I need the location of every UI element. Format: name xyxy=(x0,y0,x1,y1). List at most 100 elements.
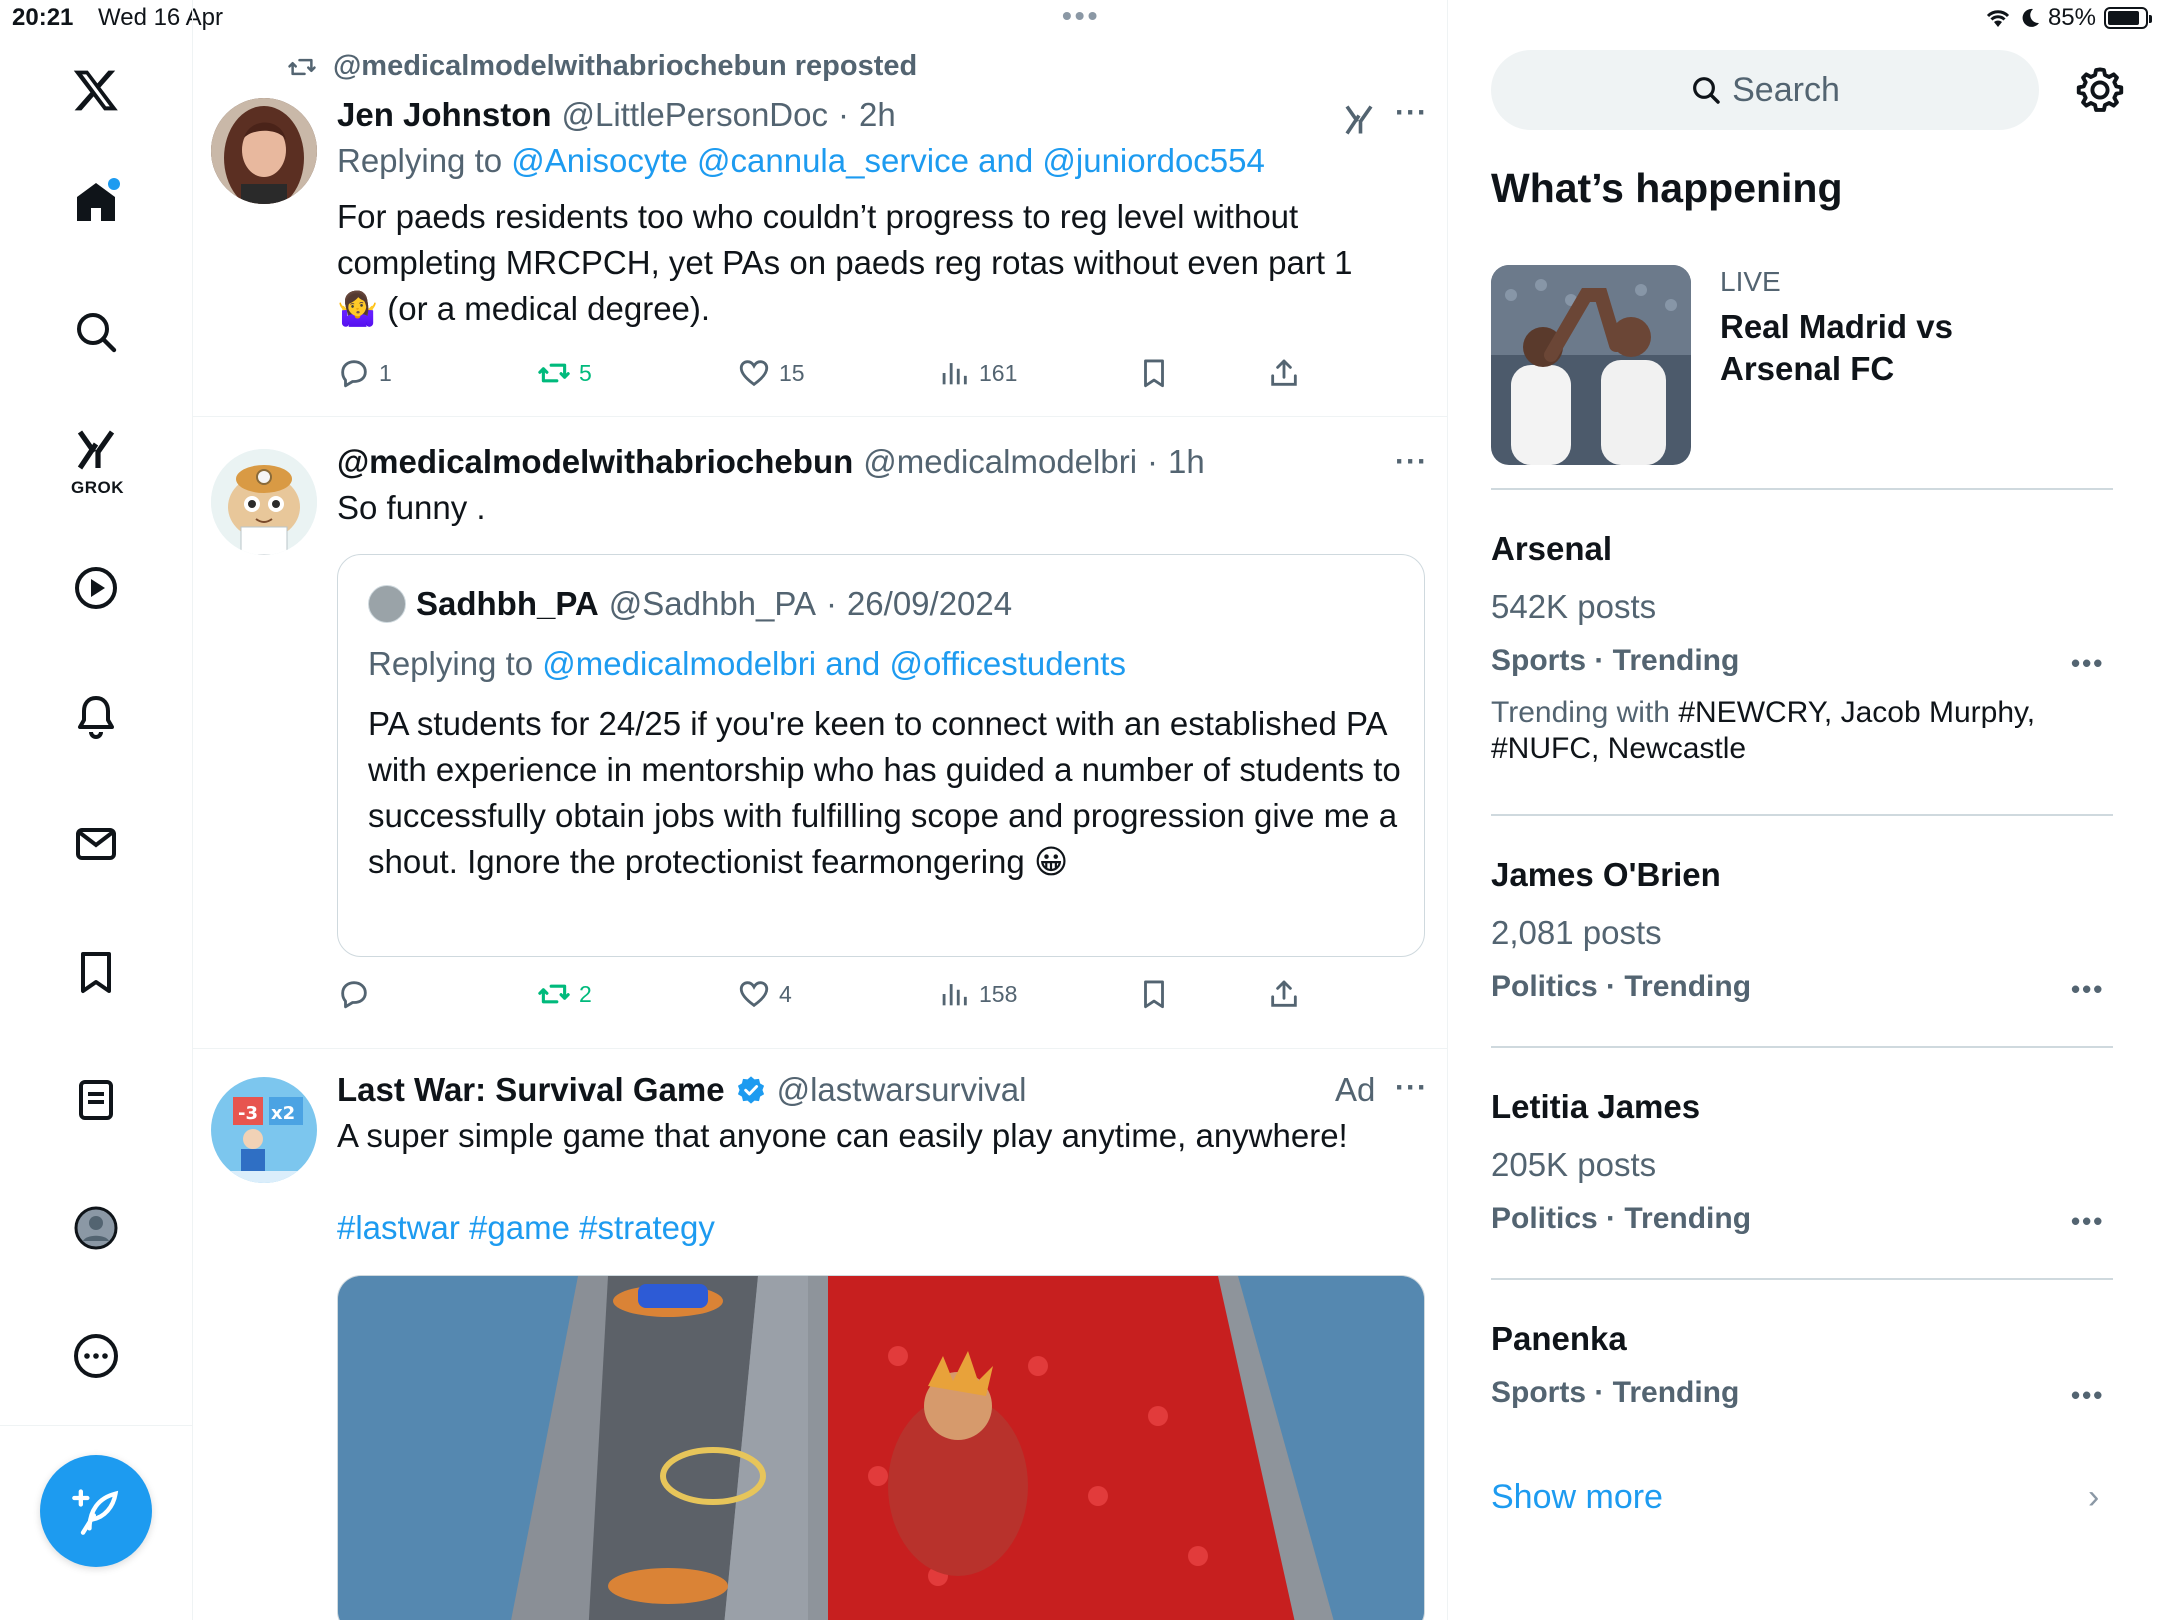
views-button[interactable]: 158 xyxy=(937,977,1137,1011)
share-button[interactable] xyxy=(1267,977,1301,1011)
trend-more-icon[interactable]: ••• xyxy=(2071,1380,2104,1411)
home-icon[interactable] xyxy=(66,172,126,232)
bookmark-button[interactable] xyxy=(1137,356,1267,390)
share-button[interactable] xyxy=(1267,356,1301,390)
timeline: @medicalmodelwithabriochebun reposted Je… xyxy=(193,0,1448,1620)
profile-icon[interactable] xyxy=(66,1198,126,1258)
right-sidebar: Search What’s happening LIVE Real Madrid… xyxy=(1448,0,2160,1620)
trend-more-icon[interactable]: ••• xyxy=(2071,974,2104,1005)
more-icon[interactable] xyxy=(66,1326,126,1386)
quote-date: 26/09/2024 xyxy=(846,585,1013,622)
quote-author-name[interactable]: Sadhbh_PA xyxy=(416,585,599,623)
reply-icon xyxy=(341,981,367,1009)
share-icon xyxy=(1271,359,1297,386)
grok-icon[interactable] xyxy=(66,420,126,480)
trend-category: Politics · Trending xyxy=(1491,970,1752,1003)
quote-header: Sadhbh_PA @Sadhbh_PA · 26/09/2024 xyxy=(368,585,1012,623)
author-name[interactable]: @medicalmodelwithabriochebun xyxy=(337,443,853,481)
like-button[interactable]: 4 xyxy=(737,977,937,1011)
tweet-time[interactable]: 2h xyxy=(859,96,896,134)
tweet[interactable]: @medicalmodelwithabriochebun @medicalmod… xyxy=(193,417,1447,1049)
like-count: 15 xyxy=(779,359,805,386)
bookmark-button[interactable] xyxy=(1137,977,1267,1011)
hashtags[interactable]: #lastwar #game #strategy xyxy=(337,1205,1428,1251)
repost-indicator: @medicalmodelwithabriochebun reposted xyxy=(285,50,917,83)
author-name[interactable]: Jen Johnston xyxy=(337,96,552,134)
trend-name[interactable]: Letitia James xyxy=(1491,1088,1700,1126)
repost-count: 2 xyxy=(579,980,592,1007)
author-handle[interactable]: @medicalmodelbri xyxy=(863,443,1137,481)
views-button[interactable]: 161 xyxy=(937,356,1137,390)
trend-more-icon[interactable]: ••• xyxy=(2071,1206,2104,1237)
quote-replying-to: Replying to @medicalmodelbri and @office… xyxy=(368,641,1126,687)
share-icon xyxy=(1271,980,1297,1007)
search-icon[interactable] xyxy=(66,302,126,362)
view-count: 158 xyxy=(979,980,1018,1007)
video-icon[interactable] xyxy=(66,558,126,618)
author-handle[interactable]: @LittlePersonDoc xyxy=(562,96,828,134)
show-more-link[interactable]: Show more xyxy=(1491,1478,1663,1517)
ad-media-image[interactable] xyxy=(337,1275,1425,1620)
author-name[interactable]: Last War: Survival Game xyxy=(337,1071,725,1109)
author-handle[interactable]: @lastwarsurvival xyxy=(777,1071,1027,1109)
more-options-icon[interactable]: ··· xyxy=(1395,96,1428,130)
quoted-tweet[interactable]: Sadhbh_PA @Sadhbh_PA · 26/09/2024 Replyi… xyxy=(337,554,1425,957)
separator: · xyxy=(1147,443,1159,480)
home-notification-dot xyxy=(108,178,120,190)
avatar[interactable]: -3 x2 xyxy=(211,1077,317,1183)
chevron-right-icon[interactable]: › xyxy=(2088,1478,2099,1517)
repost-icon xyxy=(538,363,570,383)
bookmarks-icon[interactable] xyxy=(66,942,126,1002)
more-options-icon[interactable]: ··· xyxy=(1395,1071,1428,1105)
replying-to-handles[interactable]: @medicalmodelbri and @officestudents xyxy=(542,645,1126,682)
tweet-body: Last War: Survival Game @lastwarsurvival… xyxy=(337,1071,1428,1251)
divider xyxy=(1491,488,2113,490)
repost-button[interactable]: 5 xyxy=(537,356,737,390)
trending-with: Trending with #NEWCRY, Jacob Murphy, #NU… xyxy=(1491,695,2091,767)
quote-author-handle[interactable]: @Sadhbh_PA xyxy=(609,585,816,623)
avatar[interactable] xyxy=(211,449,317,555)
live-event-image[interactable] xyxy=(1491,265,1691,465)
trend-name[interactable]: Arsenal xyxy=(1491,530,1612,568)
tweet-time[interactable]: 1h xyxy=(1168,443,1205,481)
trend-name[interactable]: James O'Brien xyxy=(1491,856,1721,894)
divider xyxy=(1491,814,2113,816)
svg-text:-3: -3 xyxy=(238,1103,258,1124)
reply-button[interactable]: 1 xyxy=(337,356,537,390)
avatar[interactable] xyxy=(211,98,317,204)
reply-icon xyxy=(341,360,367,388)
messages-icon[interactable] xyxy=(66,814,126,874)
search-placeholder: Search xyxy=(1732,70,1840,109)
grok-label: GROK xyxy=(71,478,124,497)
compose-button[interactable] xyxy=(40,1455,152,1567)
compose-icon xyxy=(72,1489,119,1535)
notifications-icon[interactable] xyxy=(66,686,126,746)
trend-category: Sports · Trending xyxy=(1491,644,1740,677)
quote-text: PA students for 24/25 if you're keen to … xyxy=(368,705,1401,880)
repost-count: 5 xyxy=(579,359,592,386)
repost-button[interactable]: 2 xyxy=(537,977,737,1011)
ad-tweet[interactable]: -3 x2 Last War: Survival Game @lastwarsur… xyxy=(193,1049,1447,1620)
lists-icon[interactable] xyxy=(66,1070,126,1130)
replying-prefix: Replying to xyxy=(337,142,503,179)
grok-icon[interactable] xyxy=(1341,102,1377,138)
nav-divider xyxy=(0,1425,193,1426)
like-button[interactable]: 15 xyxy=(737,356,937,390)
bookmark-icon xyxy=(1144,359,1164,388)
trend-name[interactable]: Panenka xyxy=(1491,1320,1627,1358)
replying-to-handles[interactable]: @Anisocyte @cannula_service and @juniord… xyxy=(511,142,1265,179)
more-options-icon[interactable]: ··· xyxy=(1395,445,1428,479)
replying-prefix: Replying to xyxy=(368,645,534,682)
live-event-title[interactable]: Real Madrid vs Arsenal FC xyxy=(1720,306,2020,390)
x-logo-icon[interactable] xyxy=(66,60,126,120)
tweet[interactable]: @medicalmodelwithabriochebun reposted Je… xyxy=(193,36,1447,417)
trend-more-icon[interactable]: ••• xyxy=(2071,648,2104,679)
reply-button[interactable] xyxy=(337,977,537,1011)
tweet-actions: 1 5 15 161 xyxy=(337,356,1301,390)
settings-gear-icon[interactable] xyxy=(2074,64,2126,116)
quote-avatar[interactable] xyxy=(368,585,406,623)
separator: · xyxy=(837,96,849,133)
bookmark-icon xyxy=(1144,980,1164,1009)
tweet-actions: 2 4 158 xyxy=(337,977,1301,1011)
search-bar[interactable]: Search xyxy=(1491,50,2039,130)
